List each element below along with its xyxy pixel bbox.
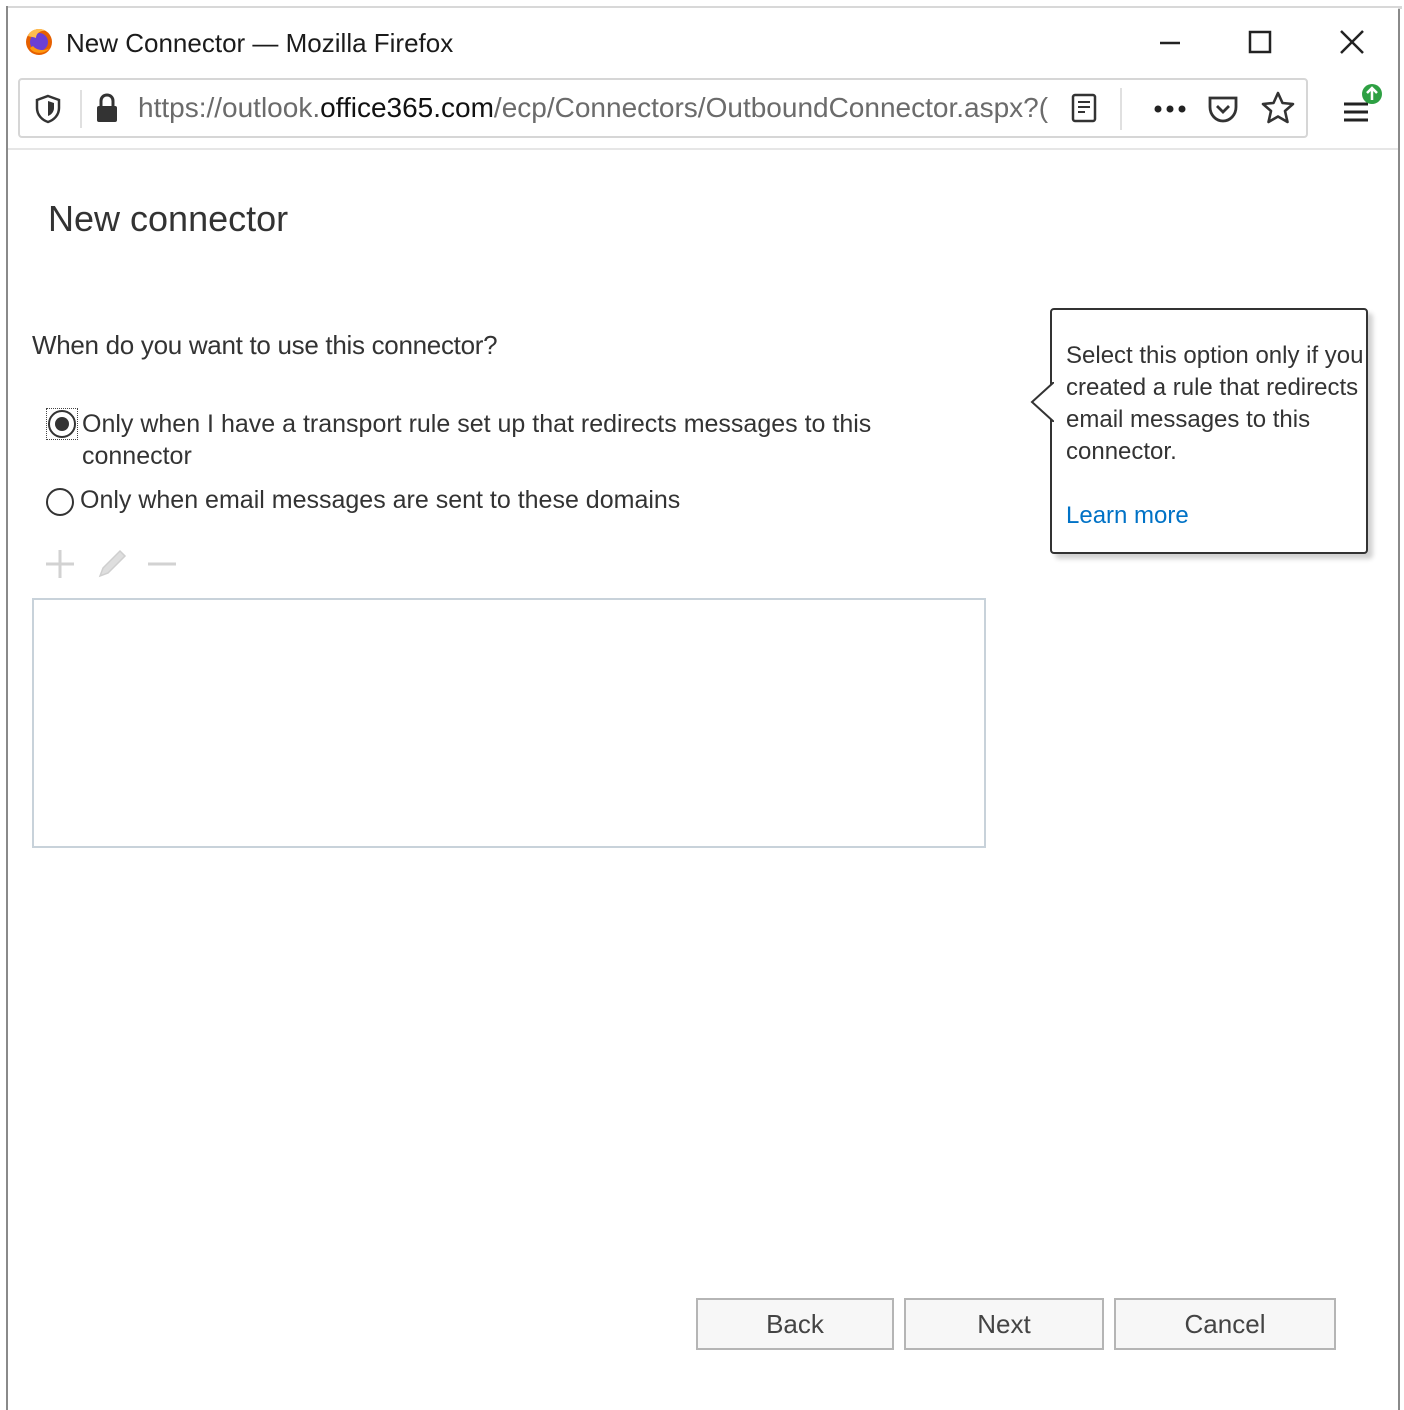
browser-window: New Connector — Mozilla Firefox https://… <box>6 6 1402 1410</box>
callout-text: Select this option only if you created a… <box>1066 342 1364 465</box>
next-button[interactable]: Next <box>904 1298 1104 1350</box>
radio-focus-outline <box>46 408 78 440</box>
pocket-icon[interactable] <box>1206 92 1240 126</box>
domain-list[interactable] <box>32 598 986 848</box>
radio-transport-rule[interactable] <box>48 410 76 438</box>
help-callout: Select this option only if you created a… <box>1030 308 1368 554</box>
more-icon[interactable] <box>1150 94 1190 124</box>
maximize-button[interactable] <box>1230 20 1290 64</box>
add-icon[interactable] <box>42 546 78 582</box>
url-separator <box>80 90 82 128</box>
radio-domains[interactable] <box>46 488 74 516</box>
minimize-button[interactable] <box>1140 20 1200 64</box>
shield-icon[interactable] <box>34 94 62 124</box>
url-domain: office365.com <box>320 92 494 123</box>
close-window-button[interactable] <box>1322 20 1382 64</box>
menu-icon[interactable] <box>1338 82 1384 132</box>
url-suffix: /ecp/Connectors/OutboundConnector.aspx?( <box>493 92 1049 123</box>
reader-view-icon[interactable] <box>1070 92 1098 124</box>
option-transport-rule[interactable]: Only when I have a transport rule set up… <box>46 408 872 472</box>
url-separator-2 <box>1120 88 1122 130</box>
option-label[interactable]: Only when I have a transport rule set up… <box>82 408 872 472</box>
window-title: New Connector — Mozilla Firefox <box>66 28 454 58</box>
option-label[interactable]: Only when email messages are sent to the… <box>80 484 870 516</box>
back-button[interactable]: Back <box>696 1298 894 1350</box>
bookmark-star-icon[interactable] <box>1260 90 1296 126</box>
title-bar: New Connector — Mozilla Firefox <box>8 8 1398 74</box>
cancel-button[interactable]: Cancel <box>1114 1298 1336 1350</box>
callout-pointer <box>1030 382 1054 422</box>
firefox-logo-icon <box>26 28 52 55</box>
url-prefix: https://outlook. <box>138 92 321 123</box>
section-question: When do you want to use this connector? <box>32 330 498 360</box>
page-title: New connector <box>48 198 289 239</box>
maximize-icon <box>1248 30 1272 54</box>
lock-icon[interactable] <box>94 92 120 124</box>
domain-list-toolbar <box>42 546 202 582</box>
minimize-icon <box>1160 41 1180 45</box>
url-text[interactable]: https://outlook.office365.com/ecp/Connec… <box>138 92 1058 124</box>
browser-toolbar: https://outlook.office365.com/ecp/Connec… <box>8 74 1398 150</box>
close-icon <box>1340 30 1364 54</box>
learn-more-link[interactable]: Learn more <box>1066 502 1189 530</box>
radio-selected-dot <box>55 417 69 431</box>
edit-icon[interactable] <box>94 546 130 582</box>
option-domains[interactable]: Only when email messages are sent to the… <box>46 484 870 516</box>
remove-icon[interactable] <box>144 546 180 582</box>
url-bar[interactable]: https://outlook.office365.com/ecp/Connec… <box>18 78 1308 138</box>
